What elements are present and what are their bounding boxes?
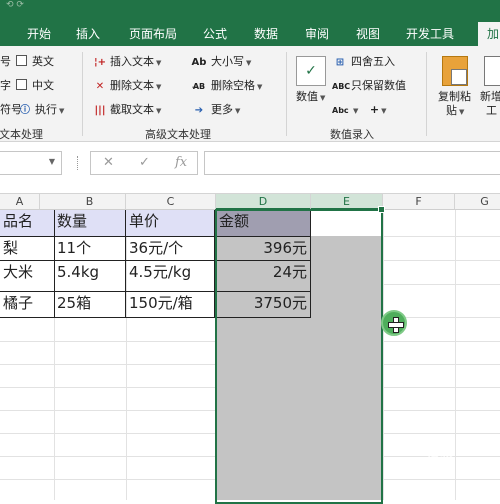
group-label-text: 文本处理 (0, 128, 43, 141)
copy-paste-button[interactable]: 复制粘 (438, 90, 471, 104)
cell-a1[interactable]: 品名 (0, 210, 54, 236)
column-header-g[interactable]: G (455, 194, 500, 210)
selection-border (215, 209, 383, 504)
extract-text-icon: ||| (94, 105, 106, 116)
cell-a2[interactable]: 梨 (0, 237, 54, 260)
plus-icon: + (369, 103, 380, 116)
delete-text-icon: ✕ (95, 81, 105, 92)
insert-text-icon: ¦+ (93, 57, 107, 68)
enter-icon[interactable]: ✓ (139, 155, 150, 170)
case-small-icon: Abc (332, 106, 349, 115)
case-icon: Ab (191, 57, 207, 68)
tab-view[interactable]: 视图 (348, 22, 388, 46)
table-border (54, 210, 55, 318)
table-border (125, 210, 126, 318)
ribbon: 号 字 符号 英文 中文 ⓘ 执行 ▼ 文本处理 ¦+ 插入文本 ▼ ✕ 删除文本 ▼ ||… (0, 46, 500, 142)
number-icon: ✓ (296, 56, 326, 86)
cell-c3[interactable]: 4.5元/kg (126, 261, 216, 284)
chinese-checkbox[interactable]: 中文 (16, 79, 54, 93)
tab-formulas[interactable]: 公式 (196, 22, 234, 46)
arrow-right-icon: ➔ (194, 105, 204, 116)
move-cursor-icon (381, 310, 407, 336)
cell-b1[interactable]: 数量 (54, 210, 126, 236)
copy-paste-button-line2: 贴 ▼ (446, 104, 465, 117)
clipboard-icon (442, 56, 468, 86)
tab-addin[interactable]: 加 (478, 22, 500, 46)
tab-developer[interactable]: 开发工具 (400, 22, 460, 46)
cell-a3[interactable]: 大米 (0, 261, 54, 284)
column-header-c[interactable]: C (126, 194, 216, 210)
extract-text-button[interactable]: ||| 截取文本 ▼ (93, 103, 162, 118)
symbol-buttons[interactable]: Abc ▼ + ▼ (332, 103, 387, 118)
group-label-advanced-text: 高级文本处理 (145, 128, 211, 141)
remove-spaces-icon: A̶B (192, 82, 206, 91)
cell-a4[interactable]: 橘子 (0, 292, 54, 315)
name-box[interactable]: ▼ (0, 151, 62, 175)
round-icon: ⊞ (335, 57, 345, 68)
column-header-f[interactable]: F (383, 194, 455, 210)
number-value-button[interactable]: 数值 ▼ (296, 90, 325, 105)
checkbox-icon (16, 79, 27, 90)
execute-icon: ⓘ (20, 105, 30, 116)
watermark-logo: Bai 经验 (393, 453, 453, 475)
remove-spaces-button[interactable]: A̶B 删除空格 ▼ (190, 79, 263, 94)
round-button[interactable]: ⊞ 四舍五入 (332, 55, 395, 70)
column-header-a[interactable]: A (0, 194, 40, 210)
group-separator (426, 52, 427, 136)
insert-function-icon[interactable]: fx (175, 155, 187, 170)
new-sheet-icon (484, 56, 500, 86)
formula-buttons: ✕ ✓ fx (90, 151, 198, 175)
formula-bar: ▼ ✕ ✓ fx (0, 142, 500, 194)
new-tool-button-line2: 工 (486, 104, 497, 117)
column-header-b[interactable]: B (54, 194, 126, 210)
checkbox-icon (16, 55, 27, 66)
group-separator (82, 52, 83, 136)
fill-handle[interactable] (378, 206, 385, 213)
delete-text-button[interactable]: ✕ 删除文本 ▼ (93, 79, 162, 94)
tab-review[interactable]: 审阅 (298, 22, 336, 46)
cell-c1[interactable]: 单价 (126, 210, 216, 236)
group-separator (286, 52, 287, 136)
tab-data[interactable]: 数据 (246, 22, 286, 46)
splitter-handle[interactable] (77, 156, 80, 170)
insert-text-button[interactable]: ¦+ 插入文本 ▼ (93, 55, 161, 70)
cell-c4[interactable]: 150元/箱 (126, 292, 216, 315)
cancel-icon[interactable]: ✕ (103, 155, 114, 170)
tab-insert[interactable]: 插入 (68, 22, 108, 46)
tab-page-layout[interactable]: 页面布局 (118, 22, 188, 46)
dropdown-arrow-icon[interactable]: ▼ (49, 157, 55, 166)
tab-home[interactable]: 开始 (20, 22, 58, 46)
keep-number-icon: ABC (332, 82, 351, 91)
cell-b2[interactable]: 11个 (54, 237, 126, 260)
cell-b4[interactable]: 25箱 (54, 292, 126, 315)
column-header-spacer (40, 194, 54, 210)
g1-frag-2: 字 (0, 79, 11, 92)
more-button[interactable]: ➔ 更多 ▼ (190, 103, 241, 118)
cell-c2[interactable]: 36元/个 (126, 237, 216, 260)
column-header-d[interactable]: D (216, 194, 311, 210)
file-tab[interactable] (0, 20, 12, 46)
group-label-number-entry: 数值录入 (330, 128, 374, 141)
new-tool-button[interactable]: 新增 (480, 90, 500, 104)
quick-access-icon[interactable]: ⟲ ⟳ (6, 0, 24, 10)
english-checkbox[interactable]: 英文 (16, 55, 54, 69)
g1-frag-1: 号 (0, 55, 11, 68)
formula-input[interactable] (204, 151, 500, 175)
cell-b3[interactable]: 5.4kg (54, 261, 126, 284)
execute-button[interactable]: ⓘ 执行 ▼ (18, 103, 64, 118)
column-header-e[interactable]: E (311, 194, 383, 210)
case-button[interactable]: Ab 大小写 ▼ (190, 55, 252, 70)
keep-number-button[interactable]: ABC只保留数值 (332, 79, 406, 94)
